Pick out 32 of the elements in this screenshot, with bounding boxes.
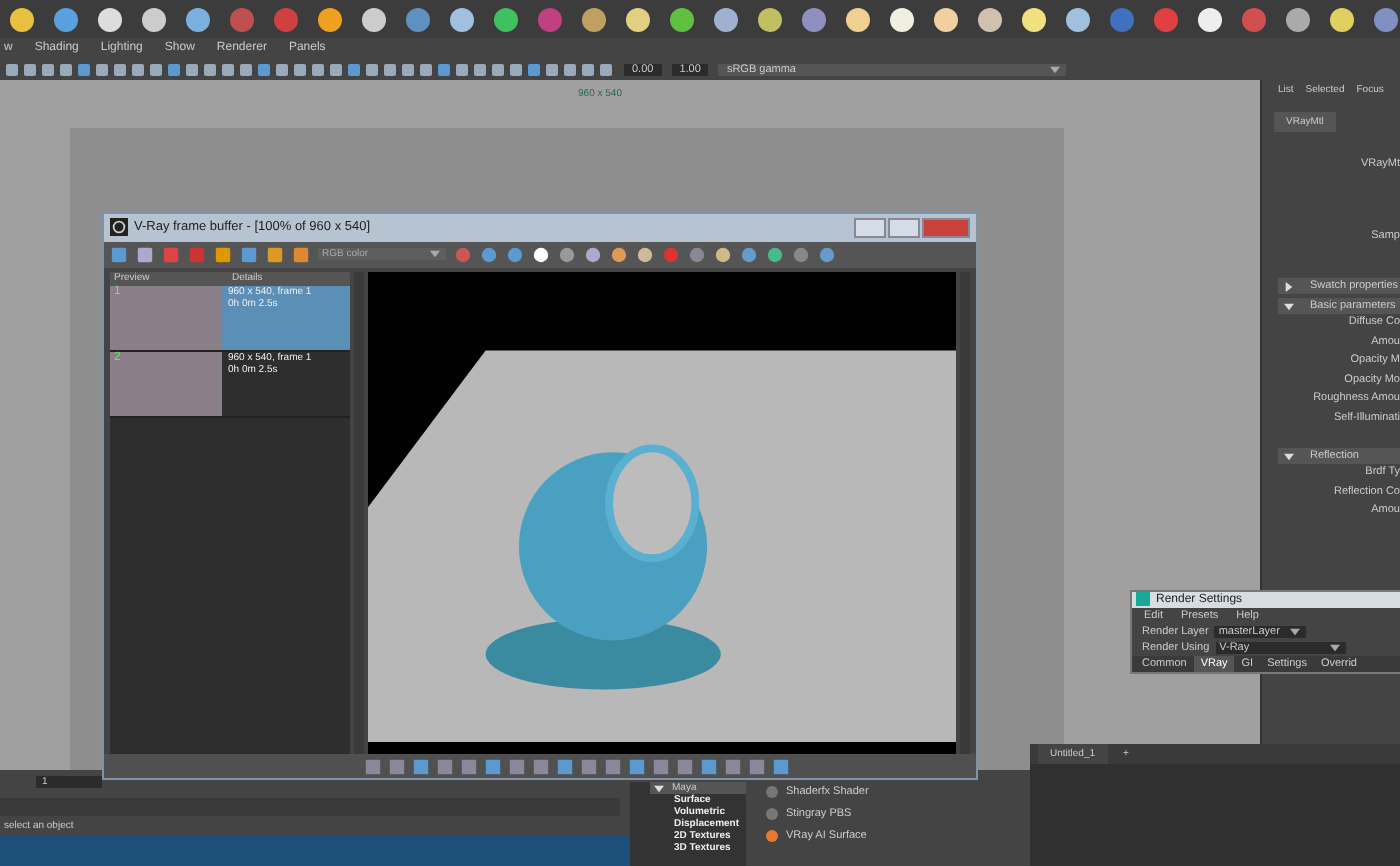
caret-icon (1050, 65, 1061, 73)
shelf-tool-icon[interactable] (96, 5, 124, 33)
shelf-tool-icon[interactable] (580, 5, 608, 33)
shelf-tool-icon[interactable] (140, 5, 168, 33)
app-icon (1136, 592, 1150, 607)
caret-icon (1290, 628, 1301, 637)
shelf-tool-icon[interactable] (668, 5, 696, 33)
shelf-tool-icon[interactable] (316, 5, 344, 33)
shelf-tool-icon[interactable] (448, 5, 476, 33)
shelf-tool-icon[interactable] (976, 5, 1004, 33)
shelf-tool-icon[interactable] (52, 5, 80, 33)
maximize-button[interactable] (888, 217, 920, 238)
caret-icon (430, 250, 440, 259)
shelf-tool-icon[interactable] (888, 5, 916, 33)
shelf-tool-icon[interactable] (360, 5, 388, 33)
shelf-tool-icon[interactable] (8, 5, 36, 33)
shelf-tool-icon[interactable] (1064, 5, 1092, 33)
shelf-tool-icon[interactable] (1020, 5, 1048, 33)
shelf-tool-icon[interactable] (624, 5, 652, 33)
shelf-tool-icon[interactable] (932, 5, 960, 33)
shelf-tool-icon[interactable] (844, 5, 872, 33)
shelf-tool-icon[interactable] (1196, 5, 1224, 33)
close-button[interactable] (922, 217, 970, 238)
shelf-tool-icon[interactable] (1328, 5, 1356, 33)
shelf-tool-icon[interactable] (1284, 5, 1312, 33)
shelf-tool-icon[interactable] (492, 5, 520, 33)
shelf-tool-icon[interactable] (184, 5, 212, 33)
app-icon (110, 218, 128, 237)
shelf-tool-icon[interactable] (712, 5, 740, 33)
disclosure-icon (1284, 451, 1294, 461)
shelf-tool-icon[interactable] (756, 5, 784, 33)
minimize-button[interactable] (854, 217, 886, 238)
